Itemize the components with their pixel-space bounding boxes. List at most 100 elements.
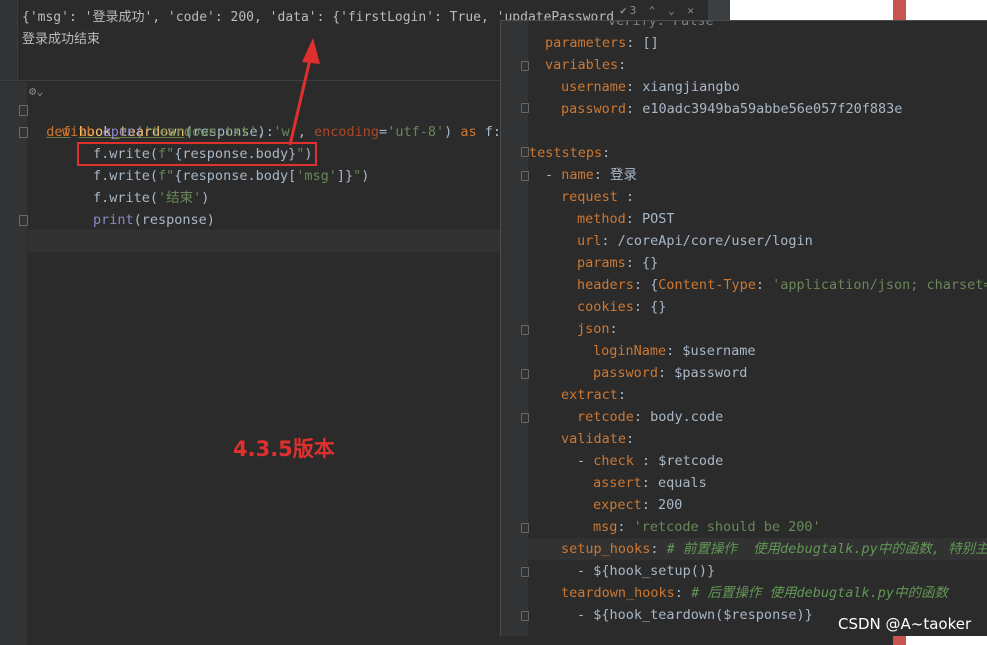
fold-marker-icon[interactable] xyxy=(521,171,529,181)
yaml-key: request xyxy=(561,189,618,205)
yaml-value: : $password xyxy=(658,365,748,381)
yaml-key: password xyxy=(593,365,659,381)
yaml-dash: - xyxy=(577,453,594,469)
yaml-key: loginName xyxy=(593,343,667,359)
yaml-line: assert: equals xyxy=(593,472,707,494)
yaml-line: loginName: $username xyxy=(593,340,756,362)
yaml-key: teststeps xyxy=(529,145,603,161)
yaml-key: params xyxy=(577,255,626,271)
yaml-value: : $retcode xyxy=(633,453,724,469)
yaml-key: expect xyxy=(593,497,642,513)
yaml-value: : xyxy=(602,145,611,161)
write-call: f.write( xyxy=(93,190,159,206)
yaml-dash: - xyxy=(545,167,562,183)
yaml-key: url xyxy=(577,233,602,249)
fold-marker-icon[interactable] xyxy=(521,147,529,157)
yaml-key: teardown_hooks xyxy=(561,585,675,601)
fold-marker-icon[interactable] xyxy=(521,611,529,621)
yaml-line: url: /coreApi/core/user/login xyxy=(577,230,813,252)
yaml-line: variables: xyxy=(545,54,626,76)
yaml-key: cookies xyxy=(577,299,634,315)
yaml-value: : xiangjiangbo xyxy=(626,79,740,95)
paren-close: ) xyxy=(361,168,370,184)
yaml-key: name xyxy=(561,167,594,183)
yaml-value: : xyxy=(617,387,627,403)
yaml-key: username xyxy=(561,79,627,95)
yaml-line: request : xyxy=(561,186,634,208)
yaml-key: method xyxy=(577,211,626,227)
code-line-write-end[interactable]: f.write('结束') xyxy=(93,187,209,209)
yaml-comment: # 前置操作 使用debugtalk.py中的函数, 特别主意 xyxy=(666,541,987,557)
fstring-key: 'msg' xyxy=(296,168,337,184)
yaml-line: username: xiangjiangbo xyxy=(561,76,740,98)
yaml-key: validate xyxy=(561,431,627,447)
yaml-line: password: $password xyxy=(593,362,747,384)
yaml-key: parameters xyxy=(545,35,627,51)
yaml-key: setup_hooks xyxy=(561,541,651,557)
yaml-line: setup_hooks: # 前置操作 使用debugtalk.py中的函数, … xyxy=(561,538,987,560)
yaml-value: : xyxy=(617,189,635,205)
fold-marker-icon[interactable] xyxy=(521,61,529,71)
yaml-value: : xyxy=(674,585,692,601)
code-line-write-msg[interactable]: f.write(f"{response.body['msg']}") xyxy=(93,165,369,187)
yaml-string: 'application/json; charset= xyxy=(772,277,987,293)
yaml-line: - ${hook_setup()} xyxy=(577,563,716,579)
fold-marker-icon[interactable] xyxy=(521,325,529,335)
yaml-value: : xyxy=(626,431,635,447)
paren-close: ) xyxy=(201,190,210,206)
yaml-value: : xyxy=(650,541,667,557)
yaml-key: retcode xyxy=(577,409,634,425)
yaml-value: : POST xyxy=(625,211,675,227)
yaml-value: : { xyxy=(633,277,659,293)
yaml-line: - name: 登录 xyxy=(545,164,637,186)
yaml-testcase-editor[interactable]: verify: False parameters: [] variables: … xyxy=(500,20,987,636)
yaml-value: : xyxy=(617,519,634,535)
yaml-value: : equals xyxy=(641,475,707,491)
fold-marker-icon[interactable] xyxy=(19,215,28,226)
yaml-value: : xyxy=(618,57,627,73)
code-line-print[interactable]: print(response) xyxy=(93,209,215,231)
fold-marker-icon[interactable] xyxy=(521,523,529,533)
yaml-line: verify: False xyxy=(608,20,714,29)
fold-marker-icon[interactable] xyxy=(521,369,529,379)
yaml-line: extract: xyxy=(561,384,626,406)
yaml-key: variables xyxy=(545,57,619,73)
yaml-line: retcode: body.code xyxy=(577,406,723,428)
yaml-line: headers: {Content-Type: 'application/jso… xyxy=(577,274,987,296)
yaml-value: : xyxy=(609,321,618,337)
yaml-key: msg xyxy=(593,519,618,535)
yaml-comment: # 后置操作 使用debugtalk.py中的函数 xyxy=(691,585,948,601)
print-builtin: print xyxy=(93,212,134,228)
yaml-value: : 登录 xyxy=(593,167,638,183)
current-line-highlight xyxy=(28,230,500,252)
version-label: 4.3.5版本 xyxy=(233,437,335,461)
yaml-line: params: {} xyxy=(577,252,658,274)
yaml-value: : 200 xyxy=(641,497,683,513)
yaml-value: : /coreApi/core/user/login xyxy=(601,233,813,249)
yaml-line: password: e10adc3949ba59abbe56e057f20f88… xyxy=(561,98,902,120)
fold-marker-icon[interactable] xyxy=(521,103,529,113)
yaml-value: : {} xyxy=(625,255,659,271)
editor-gutter xyxy=(0,82,27,645)
csdn-watermark: CSDN @A~taoker xyxy=(838,615,972,633)
yaml-line: - ${hook_teardown($response)} xyxy=(577,607,813,623)
yaml-value: : {} xyxy=(633,299,667,315)
yaml-key: assert xyxy=(593,475,642,491)
print-args: (response) xyxy=(133,212,215,228)
yaml-value: : xyxy=(755,277,773,293)
yaml-string: 'retcode should be 200' xyxy=(633,519,821,535)
yaml-key: headers xyxy=(577,277,634,293)
fold-marker-icon[interactable] xyxy=(521,567,529,577)
yaml-value: : body.code xyxy=(633,409,724,425)
yaml-key: json xyxy=(577,321,610,337)
yaml-key: Content-Type xyxy=(658,277,756,293)
yaml-line: teststeps: xyxy=(529,142,610,164)
fstring-open: f" xyxy=(158,168,175,184)
yaml-key: check xyxy=(593,453,634,469)
yaml-key: password xyxy=(561,101,627,117)
fold-marker-icon[interactable] xyxy=(521,413,529,423)
yaml-value: : $username xyxy=(666,343,756,359)
side-tool-strip xyxy=(708,0,730,20)
inspection-toolbar-icons[interactable]: ✔3 ⌃ ⌄ ✕ xyxy=(620,4,697,17)
write-arg: '结束' xyxy=(158,190,202,206)
